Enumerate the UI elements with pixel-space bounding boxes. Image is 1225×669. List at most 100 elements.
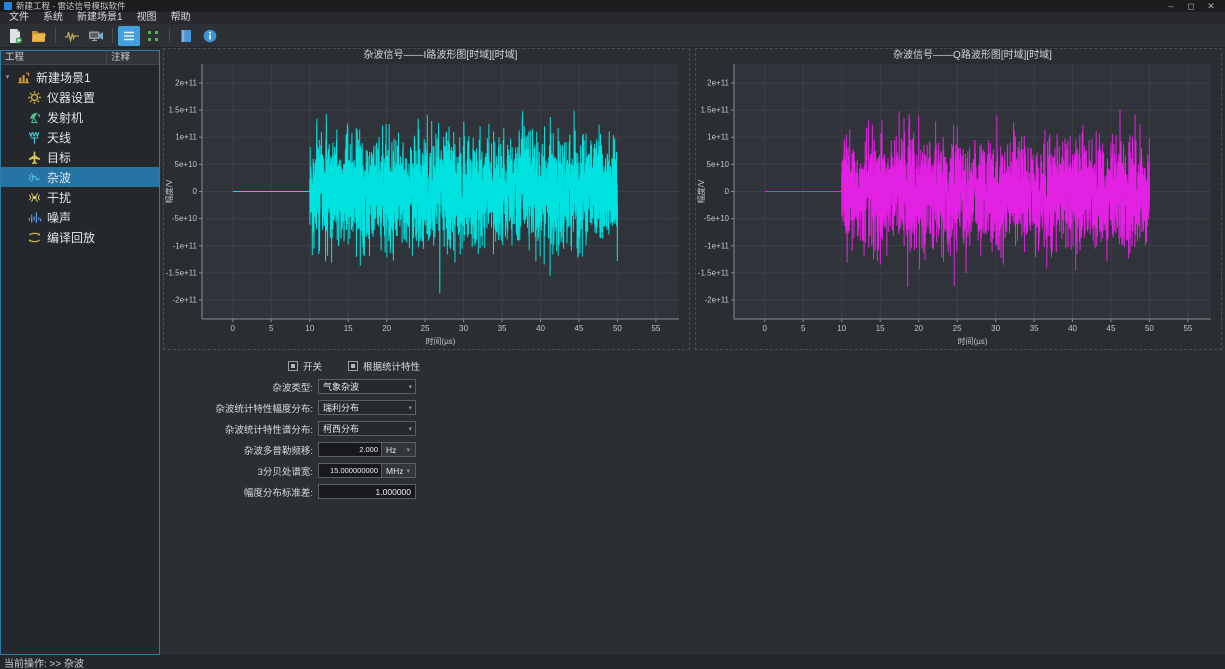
tree-item-label: 噪声 bbox=[47, 209, 71, 226]
content-area: 工程 注释 ▾ 新建场景1 仪器设置 发射机 bbox=[0, 48, 1225, 655]
chart-q-panel: 05101520253035404550552e+111.5e+111e+115… bbox=[695, 48, 1222, 350]
about-button[interactable] bbox=[199, 26, 221, 46]
tree-item-instrument-settings[interactable]: 仪器设置 bbox=[1, 87, 159, 107]
svg-text:10: 10 bbox=[305, 324, 314, 333]
stats-checkbox-label: 根据统计特性 bbox=[363, 359, 420, 373]
notebook-button[interactable] bbox=[175, 26, 197, 46]
open-folder-icon bbox=[31, 28, 47, 44]
simulation-device-button[interactable] bbox=[85, 26, 107, 46]
bar-chart-icon bbox=[16, 70, 31, 85]
toolbar-separator bbox=[55, 28, 56, 43]
unit-value: Hz bbox=[386, 445, 396, 455]
svg-text:时间(µs): 时间(µs) bbox=[958, 336, 988, 346]
stats-checkbox[interactable] bbox=[348, 361, 358, 371]
svg-text:15: 15 bbox=[344, 324, 353, 333]
checkbox-mark bbox=[291, 364, 295, 368]
menu-item-scene[interactable]: 新建场景1 bbox=[70, 12, 130, 24]
svg-text:5e+10: 5e+10 bbox=[175, 160, 198, 169]
menu-item-help[interactable]: 帮助 bbox=[164, 12, 198, 24]
doppler-shift-unit-select[interactable]: Hz ▾ bbox=[382, 442, 416, 457]
svg-text:35: 35 bbox=[498, 324, 507, 333]
tree-item-noise[interactable]: 噪声 bbox=[1, 207, 159, 227]
airplane-icon bbox=[27, 150, 42, 165]
menu-item-file[interactable]: 文件 bbox=[2, 12, 36, 24]
tree-column-project: 工程 bbox=[1, 51, 107, 64]
clutter-settings-form: 开关 根据统计特性 杂波类型: 气象杂波 ▾ 杂波统计特性幅度分布: 瑞利分布 bbox=[160, 350, 1225, 505]
tree-item-label: 杂波 bbox=[47, 169, 71, 186]
svg-text:15: 15 bbox=[876, 324, 885, 333]
window-title: 新建工程 - 雷达信号模拟软件 bbox=[16, 0, 126, 12]
amplitude-distribution-select[interactable]: 瑞利分布 ▾ bbox=[318, 400, 416, 415]
new-project-button[interactable] bbox=[4, 26, 26, 46]
svg-text:1.5e+11: 1.5e+11 bbox=[168, 106, 197, 115]
tree-item-interference[interactable]: 干扰 bbox=[1, 187, 159, 207]
chevron-down-icon: ▾ bbox=[408, 404, 415, 412]
open-project-button[interactable] bbox=[28, 26, 50, 46]
statusbar: 当前操作: >> 杂波 bbox=[0, 655, 1225, 669]
svg-text:10: 10 bbox=[837, 324, 846, 333]
menu-item-system[interactable]: 系统 bbox=[36, 12, 70, 24]
project-tree: ▾ 新建场景1 仪器设置 发射机 天线 目标 bbox=[1, 65, 159, 654]
unit-value: MHz bbox=[386, 466, 403, 476]
svg-text:25: 25 bbox=[421, 324, 430, 333]
spectrum-distribution-label: 杂波统计特性谱分布: bbox=[185, 422, 313, 436]
tree-item-target[interactable]: 目标 bbox=[1, 147, 159, 167]
tree-item-label: 目标 bbox=[47, 149, 71, 166]
bandwidth-3db-unit-select[interactable]: MHz ▾ bbox=[382, 463, 416, 478]
app-window: 新建工程 - 雷达信号模拟软件 – ◻ ✕ 文件 系统 新建场景1 视图 帮助 bbox=[0, 0, 1225, 669]
tree-item-label: 发射机 bbox=[47, 109, 83, 126]
svg-text:-1.5e+11: -1.5e+11 bbox=[698, 268, 730, 277]
tree-item-label: 天线 bbox=[47, 129, 71, 146]
toolbar bbox=[0, 24, 1225, 48]
layout-grid-button[interactable] bbox=[142, 26, 164, 46]
maximize-button[interactable]: ◻ bbox=[1181, 0, 1201, 12]
tree-item-antenna[interactable]: 天线 bbox=[1, 127, 159, 147]
svg-text:55: 55 bbox=[1183, 324, 1192, 333]
close-button[interactable]: ✕ bbox=[1201, 0, 1221, 12]
svg-text:杂波信号——I路波形图[时域][时域]: 杂波信号——I路波形图[时域][时域] bbox=[364, 49, 518, 61]
tree-item-clutter[interactable]: 杂波 bbox=[1, 167, 159, 187]
minimize-button[interactable]: – bbox=[1161, 0, 1181, 12]
svg-text:5: 5 bbox=[801, 324, 806, 333]
info-icon bbox=[202, 28, 218, 44]
gear-icon bbox=[27, 90, 42, 105]
amplitude-std-input[interactable] bbox=[318, 484, 416, 499]
tree-root-label: 新建场景1 bbox=[36, 69, 91, 86]
parameter-list-button[interactable] bbox=[118, 26, 140, 46]
amplitude-distribution-label: 杂波统计特性幅度分布: bbox=[185, 401, 313, 415]
chevron-down-icon: ▾ bbox=[406, 446, 413, 454]
clutter-type-label: 杂波类型: bbox=[185, 380, 313, 394]
svg-text:1e+11: 1e+11 bbox=[175, 133, 197, 142]
menu-item-view[interactable]: 视图 bbox=[130, 12, 164, 24]
doppler-shift-input[interactable] bbox=[318, 442, 382, 457]
expander-icon[interactable]: ▾ bbox=[4, 73, 11, 81]
svg-text:-5e+10: -5e+10 bbox=[172, 214, 198, 223]
new-file-icon bbox=[7, 28, 23, 44]
svg-text:55: 55 bbox=[651, 324, 660, 333]
toolbar-separator bbox=[112, 28, 113, 43]
svg-text:0: 0 bbox=[725, 187, 730, 196]
waveform-icon bbox=[64, 28, 80, 44]
switch-checkbox[interactable] bbox=[288, 361, 298, 371]
select-value: 瑞利分布 bbox=[323, 401, 359, 414]
svg-text:5: 5 bbox=[269, 324, 274, 333]
titlebar: 新建工程 - 雷达信号模拟软件 – ◻ ✕ bbox=[0, 0, 1225, 12]
clutter-type-select[interactable]: 气象杂波 ▾ bbox=[318, 379, 416, 394]
bandwidth-3db-input[interactable] bbox=[318, 463, 382, 478]
main-panel: 05101520253035404550552e+111.5e+111e+115… bbox=[160, 48, 1225, 655]
tree-header: 工程 注释 bbox=[1, 51, 159, 65]
spectrum-distribution-row: 杂波统计特性谱分布: 柯西分布 ▾ bbox=[185, 421, 1225, 436]
svg-text:35: 35 bbox=[1030, 324, 1039, 333]
svg-text:40: 40 bbox=[1068, 324, 1077, 333]
bandwidth-3db-row: 3分贝处谱宽: MHz ▾ bbox=[185, 463, 1225, 478]
tree-item-transmitter[interactable]: 发射机 bbox=[1, 107, 159, 127]
tree-root-scene[interactable]: ▾ 新建场景1 bbox=[1, 67, 159, 87]
bandwidth-3db-label: 3分贝处谱宽: bbox=[185, 464, 313, 478]
svg-text:50: 50 bbox=[613, 324, 622, 333]
signal-waveform-button[interactable] bbox=[61, 26, 83, 46]
svg-text:-2e+11: -2e+11 bbox=[172, 296, 197, 305]
tree-item-replay[interactable]: 编译回放 bbox=[1, 227, 159, 247]
chevron-down-icon: ▾ bbox=[408, 383, 415, 391]
svg-text:50: 50 bbox=[1145, 324, 1154, 333]
spectrum-distribution-select[interactable]: 柯西分布 ▾ bbox=[318, 421, 416, 436]
